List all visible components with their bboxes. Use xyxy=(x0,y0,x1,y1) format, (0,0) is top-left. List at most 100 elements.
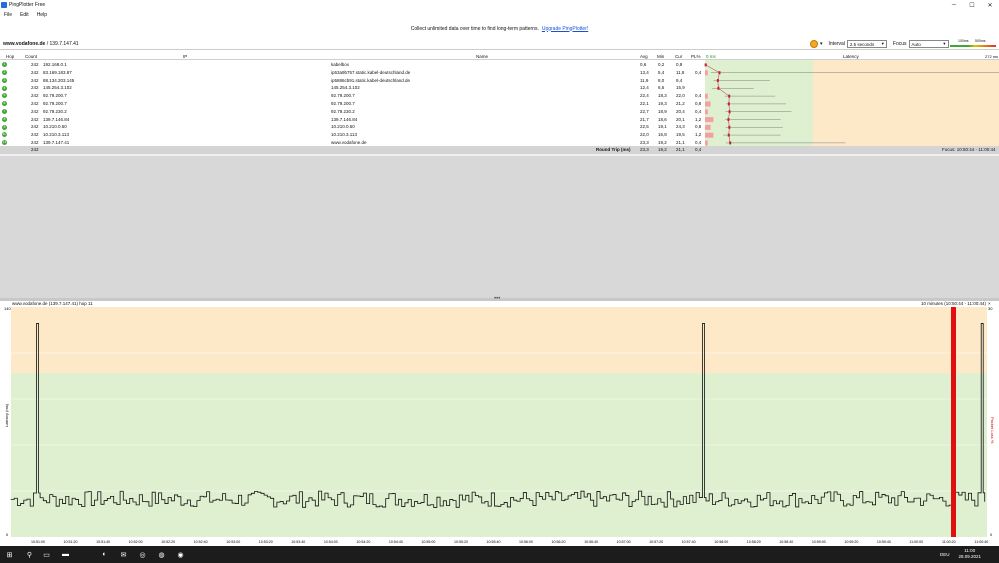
graph-yellow-zone xyxy=(11,307,987,373)
table-row[interactable]: 5 242 92.79.200.7 92.79.200.7 22,4 18,3 22,0 0,… xyxy=(0,92,705,100)
table-row[interactable]: 2 242 83.169.183.87 ip53a9b757.static.kabel… xyxy=(0,69,705,77)
task-view-icon[interactable]: ▭ xyxy=(41,549,52,560)
hop-number: 11 xyxy=(2,140,7,146)
x-tick-label: 10:58:40 xyxy=(779,540,793,544)
menu-file[interactable]: File xyxy=(4,12,12,18)
hop-number: 1 xyxy=(2,62,7,68)
upgrade-link[interactable]: Upgrade PingPlotter! xyxy=(542,26,588,32)
focus-select[interactable]: Auto ▾ xyxy=(908,40,949,48)
hop-min: 0,2 xyxy=(658,62,665,67)
hop-min: 8,0 xyxy=(658,77,665,83)
start-icon[interactable]: ⊞ xyxy=(4,549,15,560)
hop-count: 242 xyxy=(31,62,39,67)
graph-green-zone xyxy=(11,373,987,537)
hop-min: 6,5 xyxy=(658,85,665,91)
x-tick-label: 11:00:20 xyxy=(942,540,956,544)
table-row[interactable]: 6 242 92.79.200.7 92.79.200.7 22,1 19,3 21,2 0,… xyxy=(0,100,705,108)
system-clock[interactable]: 11:00 28.09.2021 xyxy=(958,548,981,560)
maximize-button[interactable]: ☐ xyxy=(963,0,981,10)
packet-loss-bar xyxy=(705,93,708,99)
y-axis-label: Latency (ms) xyxy=(4,403,9,427)
hop-ip: 10.210.3.113 xyxy=(43,132,69,138)
app-icon[interactable]: ◍ xyxy=(156,549,167,560)
close-button[interactable]: ✕ xyxy=(981,0,999,10)
hop-name: 10.210.0.50 xyxy=(331,124,355,130)
hop-pl: 0,8 xyxy=(695,124,702,130)
hop-pl: 0,4 xyxy=(695,69,702,75)
minimize-button[interactable]: ─ xyxy=(945,0,963,10)
table-row[interactable]: 7 242 92.79.230.2 92.79.230.2 22,7 18,9 20,4 0,… xyxy=(0,108,705,116)
hop-name: 145.254.3.102 xyxy=(331,85,360,91)
x-tick-label: 10:57:40 xyxy=(682,540,696,544)
table-row[interactable]: 3 242 88.134.203.145 ip5886cb91.static.kabe… xyxy=(0,77,705,85)
menu-help[interactable]: Help xyxy=(37,12,47,18)
round-trip-row: 242 Round Trip (ms) 23,3 19,2 21,1 0,4 F… xyxy=(0,146,999,154)
windows-taskbar: ⊞ ⚲ ▭ ▬ ◐ ✉ ◎ ◍ ◉ DEU 11:00 28.09.2021 xyxy=(0,546,999,563)
hop-count: 242 xyxy=(31,69,39,75)
app-icon[interactable]: ◉ xyxy=(175,549,186,560)
focus-label: Focus xyxy=(892,41,907,47)
hop-ip: 139.7.146.84 xyxy=(43,116,70,122)
hop-pl: 0,4 xyxy=(695,93,702,99)
app-icon[interactable]: ◎ xyxy=(137,549,148,560)
x-tick-label: 10:52:20 xyxy=(161,540,175,544)
hop-avg: 12,4 xyxy=(640,85,649,91)
hop-cur: 22,0 xyxy=(676,93,685,99)
hop-pl: 1,2 xyxy=(695,116,702,122)
x-tick-label: 10:58:20 xyxy=(747,540,761,544)
menu-bar: File Edit Help xyxy=(0,10,999,19)
hop-cur: 0,8 xyxy=(676,62,683,67)
x-tick-label: 10:56:40 xyxy=(584,540,598,544)
target-ip: / 139.7.147.41 xyxy=(45,40,79,47)
focus-value: Auto xyxy=(911,41,921,47)
hop-table: Hop Count IP Name Avg Min Cur PL% 0 ms L… xyxy=(0,50,999,154)
packet-loss-bar xyxy=(951,307,956,537)
x-tick-label: 10:59:40 xyxy=(877,540,891,544)
graph-close-icon[interactable]: × xyxy=(988,301,991,306)
x-tick-label: 10:53:40 xyxy=(291,540,305,544)
chevron-down-icon: ▾ xyxy=(881,41,884,46)
hop-ip: 92.79.230.2 xyxy=(43,108,67,114)
clock-date: 28.09.2021 xyxy=(958,554,981,559)
packet-loss-bar xyxy=(705,124,711,130)
packet-loss-bar xyxy=(705,117,714,123)
interval-select[interactable]: 2.5 seconds ▾ xyxy=(846,40,887,48)
title-bar: PingPlotter Free ─ ☐ ✕ xyxy=(0,0,999,10)
hop-number: 5 xyxy=(2,93,7,99)
table-row[interactable]: 10 242 10.210.3.113 10.210.3.113 22,0 16,8 19,… xyxy=(0,131,705,139)
hop-pl: 0,4 xyxy=(695,108,702,114)
hop-cur: 20,1 xyxy=(676,116,685,122)
window-title: PingPlotter Free xyxy=(9,2,46,8)
hop-name: 10.210.3.113 xyxy=(331,132,357,138)
x-tick-label: 10:59:00 xyxy=(812,540,826,544)
browser-icon[interactable]: ◐ xyxy=(99,549,110,560)
hop-cur: 11,8 xyxy=(676,69,685,75)
rtt-avg: 23,3 xyxy=(640,147,649,152)
pl-min-label: 0 xyxy=(990,532,993,537)
banner-text: Collect unlimited data over time to find… xyxy=(410,25,539,32)
hop-avg: 22,7 xyxy=(640,108,649,114)
hop-count: 242 xyxy=(31,124,39,130)
pause-dropdown-icon[interactable]: ▾ xyxy=(820,41,823,47)
pause-button[interactable] xyxy=(810,40,818,48)
language-indicator[interactable]: DEU xyxy=(940,552,950,557)
table-row[interactable]: 4 242 145.254.3.102 145.254.3.102 12,4 6,5 15,… xyxy=(0,84,705,92)
hop-number: 7 xyxy=(2,109,7,115)
search-icon[interactable]: ⚲ xyxy=(24,549,35,560)
x-tick-label: 10:54:20 xyxy=(356,540,370,544)
mail-icon[interactable]: ✉ xyxy=(118,549,129,560)
file-explorer-icon[interactable]: ▬ xyxy=(60,549,71,560)
hop-cur: 24,3 xyxy=(676,124,685,130)
table-row[interactable]: 9 242 10.210.0.50 10.210.0.50 22,5 19,1 24,3 0,… xyxy=(0,123,705,131)
hop-count: 242 xyxy=(31,101,39,106)
table-row[interactable]: 1 242 192.168.0.1 kabelbox 0,6 0,2 0,8 xyxy=(0,61,705,69)
hop-count: 242 xyxy=(31,132,39,138)
table-row[interactable]: 8 242 139.7.146.84 139.7.146.84 21,7 18,6 20,1… xyxy=(0,116,705,124)
y-min-label: 0 xyxy=(6,532,9,537)
hop-min: 18,3 xyxy=(658,93,667,99)
graph-range: 10 minutes (10:50:44 - 11:00:44) xyxy=(921,301,986,306)
hop-count: 242 xyxy=(31,93,39,99)
hop-count: 242 xyxy=(31,116,39,122)
x-tick-label: 10:57:00 xyxy=(617,540,631,544)
menu-edit[interactable]: Edit xyxy=(20,12,29,18)
